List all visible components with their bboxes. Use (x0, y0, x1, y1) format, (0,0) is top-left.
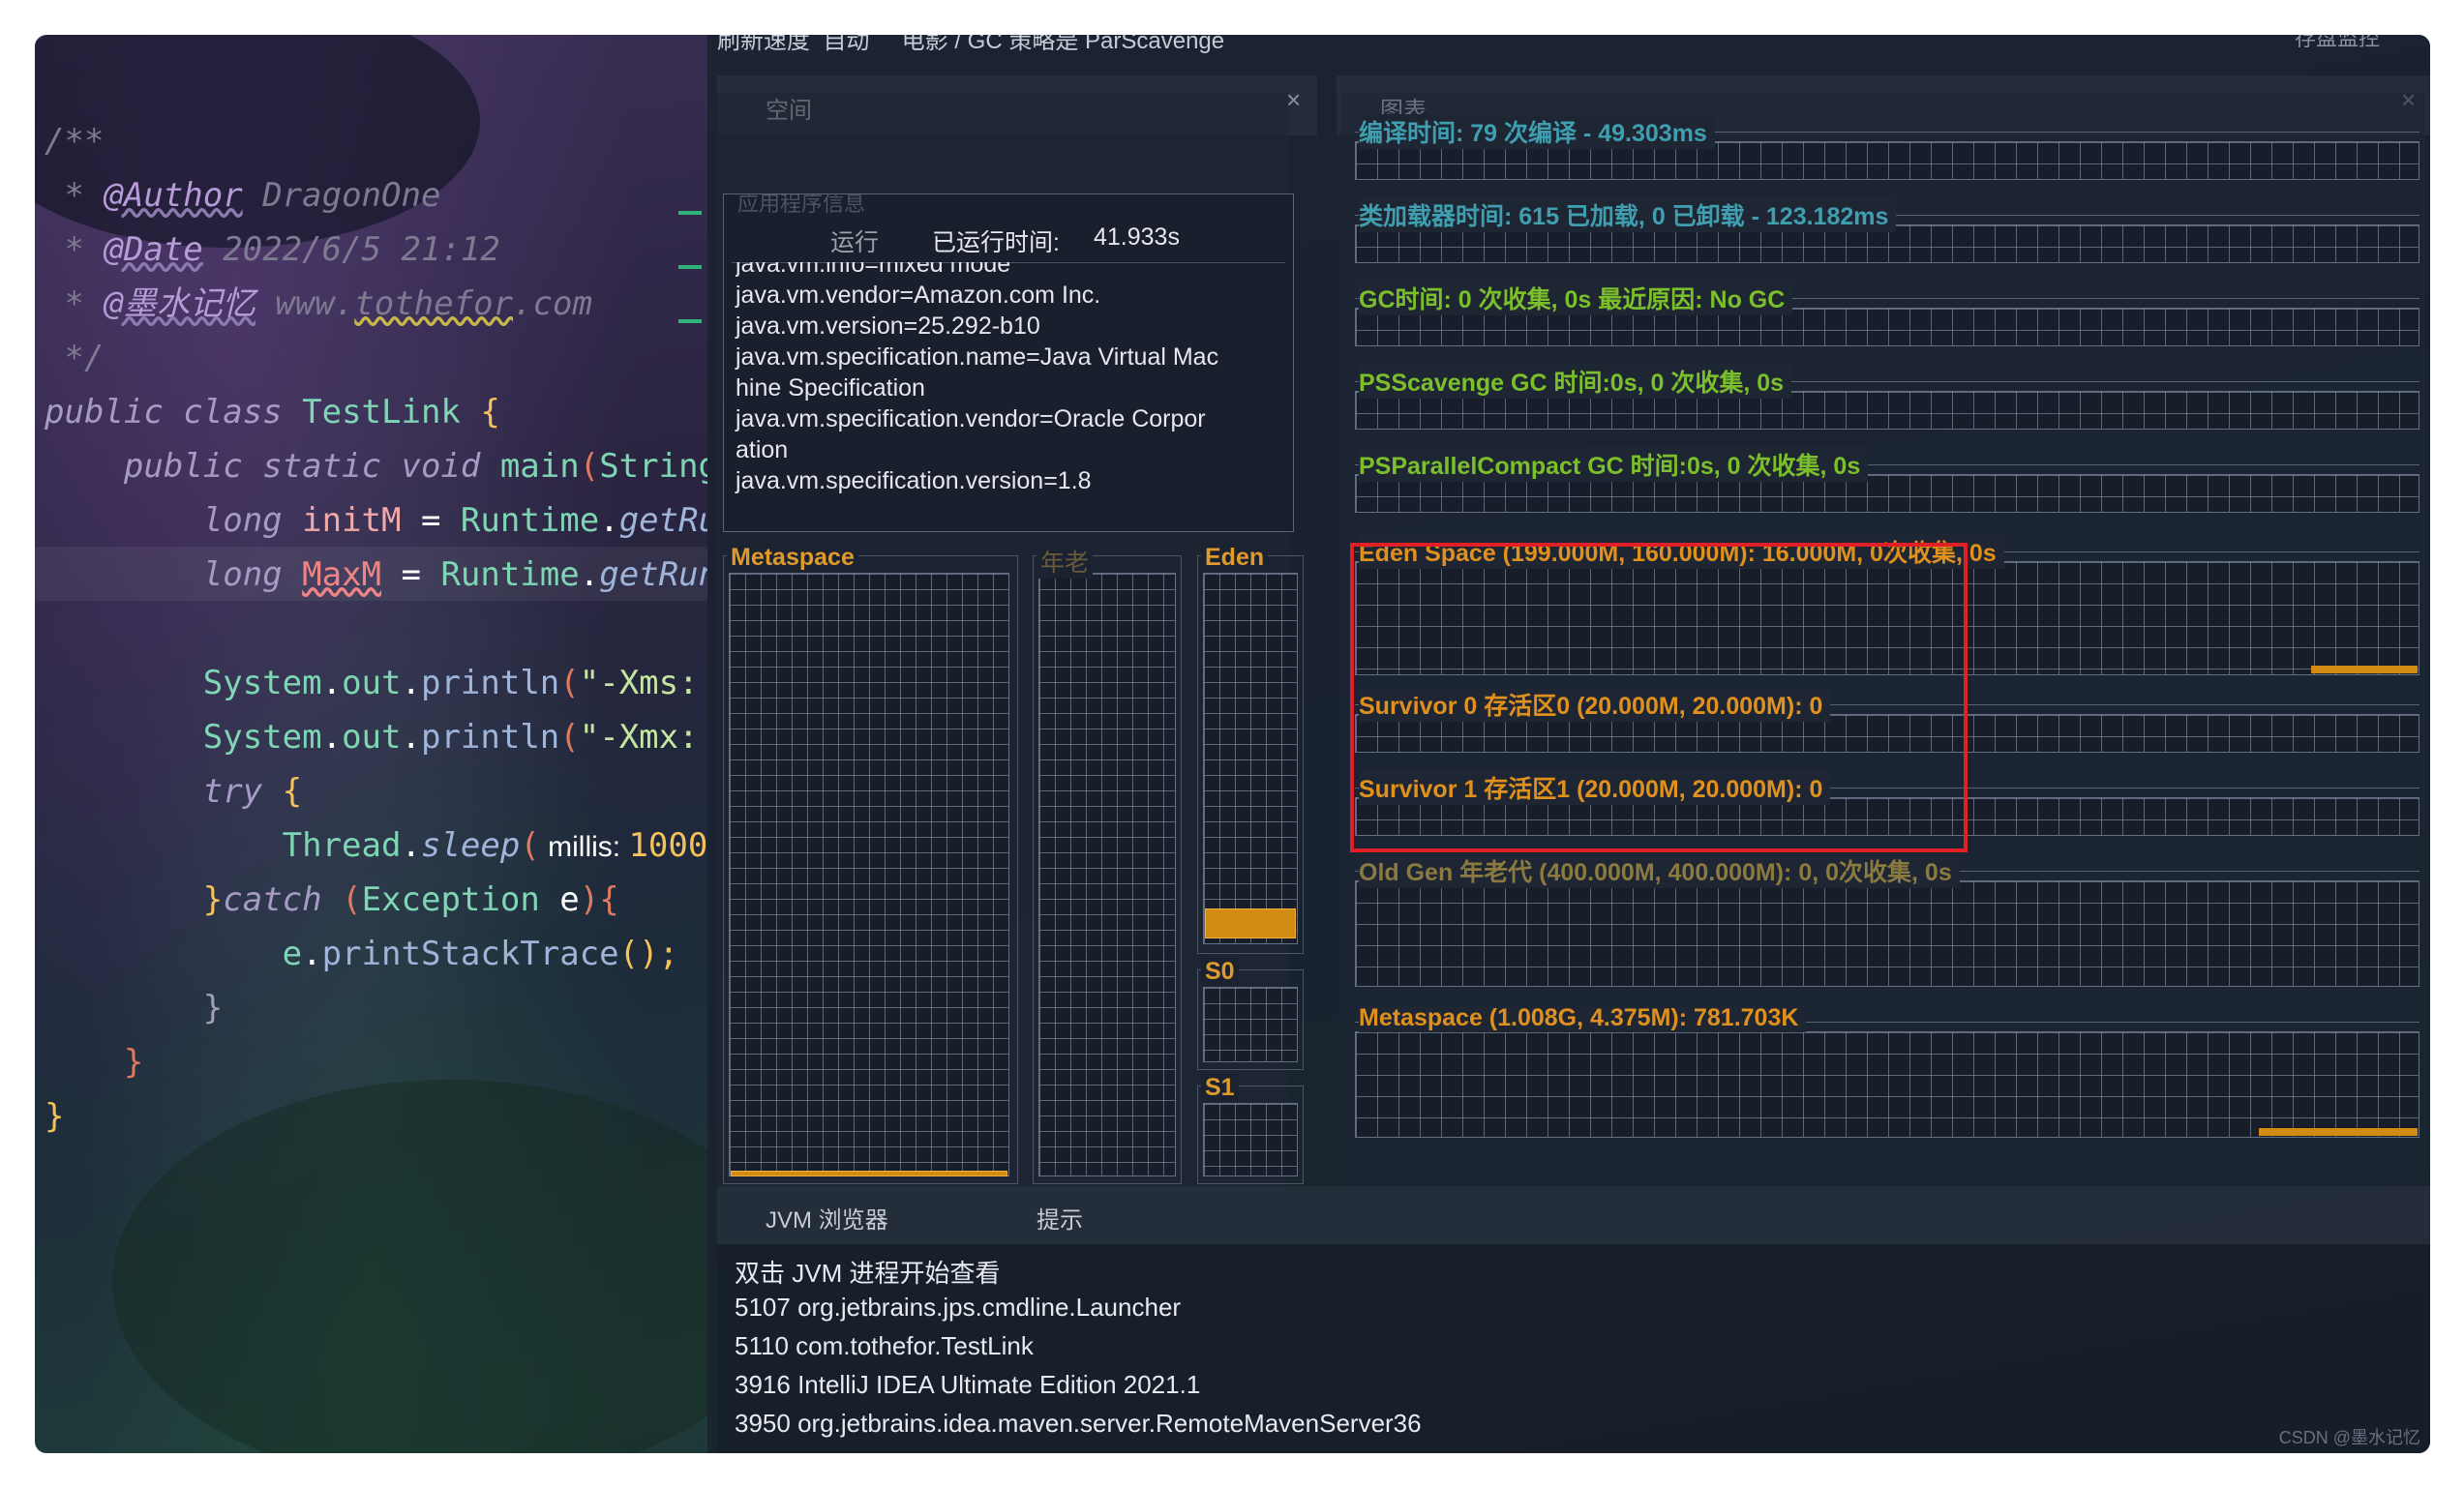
s0-label: S0 (1201, 958, 1239, 986)
watermark: CSDN @墨水记忆 (2278, 1428, 2420, 1447)
date-tag: @Date (104, 230, 203, 269)
param-hint: millis: (539, 831, 629, 863)
metaspace-fill (731, 1171, 1007, 1176)
metaspace-label: Metaspace (727, 544, 858, 572)
gutter-marker (678, 211, 702, 215)
code-editor[interactable]: /** * @Author DragonOne * @Date 2022/6/5… (35, 35, 707, 1453)
property-line: java.vm.version=25.292-b10 (736, 312, 1040, 340)
jvm-list-header: 双击 JVM 进程开始查看 (735, 1259, 1001, 1288)
bottom-tab-bar (717, 1186, 2430, 1244)
code-line-6: public class TestLink { (45, 393, 500, 432)
author-tag: @Author (104, 176, 243, 215)
code-line-17: } (123, 1043, 144, 1082)
chart-label: PSParallelCompact GC 时间:0s, 0 次收集, 0s (1359, 447, 1869, 482)
site-link: tothefor (354, 284, 514, 323)
code-line-1: /** (45, 122, 105, 161)
spaces-pane: 应用程序信息 运行 已运行时间: 41.933s java.vm.info=mi… (717, 93, 1304, 1186)
code-line-13: Thread.sleep( millis: 1000 (282, 826, 707, 865)
jvm-process-item[interactable]: 3916 IntelliJ IDEA Ultimate Edition 2021… (735, 1370, 1200, 1400)
highlight-box (1350, 543, 1968, 852)
visualgc-window: 刷新速度 自动 电影 / GC 策略是 ParScavenge 存盘监控 空间 … (707, 35, 2430, 1453)
jvm-list-panel: 双击 JVM 进程开始查看 5107 org.jetbrains.jps.cmd… (717, 1244, 2430, 1453)
code-line-2: * @Author DragonOne (45, 176, 441, 215)
chart-label: 类加载器时间: 615 已加载, 0 已卸载 - 123.182ms (1359, 197, 1897, 232)
eden-label: Eden (1201, 544, 1269, 572)
top-toolbar: 刷新速度 自动 电影 / GC 策略是 ParScavenge (717, 35, 1225, 54)
jvm-process-item[interactable]: 5107 org.jetbrains.jps.cmdline.Launcher (735, 1293, 1181, 1323)
top-toolbar-right[interactable]: 存盘监控 (2295, 35, 2380, 52)
chart-usage-bar (2311, 666, 2418, 673)
app-info-box: 应用程序信息 运行 已运行时间: 41.933s java.vm.info=mi… (723, 193, 1294, 532)
metaspace-grid (729, 573, 1009, 1176)
close-icon[interactable]: × (1286, 85, 1301, 115)
s1-label: S1 (1201, 1074, 1239, 1102)
tab-jvm-browser[interactable]: JVM 浏览器 (766, 1201, 888, 1235)
code-line-15: e.printStackTrace(); (282, 935, 679, 973)
chart-usage-bar (2259, 1128, 2418, 1136)
s1-grid (1203, 1103, 1298, 1176)
code-line-10: System.out.println("-Xms: (202, 664, 707, 702)
tab-hints[interactable]: 提示 (1037, 1201, 1083, 1235)
property-line: java.vm.vendor=Amazon.com Inc. (736, 282, 1101, 309)
chart-grid (1355, 880, 2419, 987)
uptime-label: 已运行时间: (932, 229, 1060, 256)
code-line-9: long MaxM = Runtime.getRun (202, 555, 707, 594)
eden-grid (1203, 573, 1298, 944)
old-grid (1038, 573, 1176, 1176)
chart-label: Metaspace (1.008G, 4.375M): 781.703K (1359, 1004, 1807, 1032)
gutter-marker (678, 319, 702, 323)
old-label: 年老 (1037, 544, 1094, 579)
uptime-value: 41.933s (1094, 223, 1180, 251)
eden-fill (1205, 908, 1296, 938)
chart-label: GC时间: 0 次收集, 0s 最近原因: No GC (1359, 281, 1793, 315)
code-line-4: * @墨水记忆 www.tothefor.com (45, 284, 592, 323)
code-line-14: }catch (Exception e){ (202, 880, 619, 919)
custom-tag: @墨水记忆 (104, 284, 255, 323)
jvm-process-item[interactable]: 3950 org.jetbrains.idea.maven.server.Rem… (735, 1409, 1422, 1439)
code-line-11: System.out.println("-Xmx: (202, 718, 707, 757)
code-line-18: } (45, 1097, 65, 1136)
screenshot: /** * @Author DragonOne * @Date 2022/6/5… (35, 35, 2430, 1453)
code-line-16: } (202, 989, 224, 1027)
s0-grid (1203, 987, 1298, 1062)
code-line-7: public static void main(String (123, 447, 707, 486)
chart-label: Old Gen 年老代 (400.000M, 400.000M): 0, 0次收… (1359, 853, 1960, 888)
app-info-title: 应用程序信息 (737, 193, 866, 216)
property-line: ation (736, 436, 789, 463)
property-line: java.vm.specification.vendor=Oracle Corp… (736, 405, 1206, 432)
property-line: java.vm.specification.version=1.8 (736, 467, 1092, 494)
status-label: 运行 (830, 229, 880, 256)
chart-grid (1355, 1031, 2419, 1138)
gutter-marker (678, 265, 702, 269)
property-line: hine Specification (736, 374, 925, 402)
code-line-3: * @Date 2022/6/5 21:12 (45, 230, 500, 269)
code-line-12: try { (202, 772, 303, 811)
code-line-5: */ (45, 339, 105, 377)
property-line: java.vm.specification.name=Java Virtual … (736, 343, 1219, 371)
jvm-process-item[interactable]: 5110 com.tothefor.TestLink (735, 1331, 1034, 1361)
chart-label: PSScavenge GC 时间:0s, 0 次收集, 0s (1359, 364, 1792, 399)
chart-label: 编译时间: 79 次编译 - 49.303ms (1359, 114, 1715, 149)
code-line-8: long initM = Runtime.getRu (202, 501, 707, 540)
